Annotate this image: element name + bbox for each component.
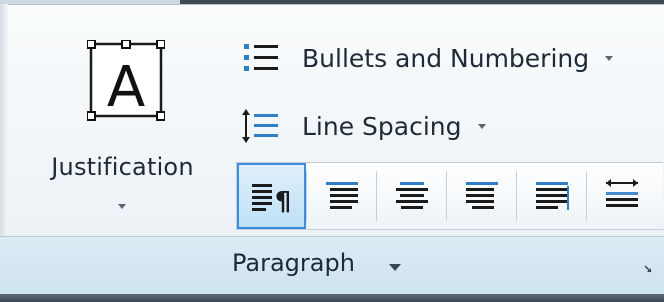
dialog-launcher-icon[interactable] [642,263,654,275]
panel-left-edge [0,4,8,244]
ribbon-bottom-border [0,294,664,302]
align-left-icon [325,182,358,209]
align-center-icon [395,182,428,209]
paragraph-settings-button[interactable]: ¶ [237,163,306,229]
panel-footer: Paragraph [0,236,664,295]
alignment-button-group: ¶ [236,162,663,230]
align-left-button[interactable] [307,163,376,229]
align-right-icon [465,182,498,209]
bullets-numbering-label: Bullets and Numbering [302,43,590,73]
distribute-icon [605,179,638,207]
align-right-button[interactable] [447,163,516,229]
chevron-down-icon [477,124,486,129]
justify-icon [535,182,569,210]
bulleted-list-icon [240,38,280,78]
paragraph-mark-icon: ¶ [251,184,291,216]
paragraph-mark-glyph: ¶ [274,187,291,216]
text-frame-a-icon: A [87,40,165,121]
justification-button[interactable]: A Justification [30,18,215,218]
chevron-down-icon [605,56,614,61]
distribute-button[interactable] [587,163,656,229]
align-center-button[interactable] [377,163,446,229]
bullets-numbering-button[interactable]: Bullets and Numbering [240,36,615,80]
paragraph-panel-label[interactable]: Paragraph [232,249,355,277]
line-spacing-label: Line Spacing [302,111,462,141]
justify-button[interactable] [517,163,586,229]
chevron-down-icon[interactable] [388,261,402,273]
text-frame-a-glyph: A [107,55,145,120]
chevron-down-icon [118,204,126,209]
line-spacing-icon [240,106,280,146]
justification-label: Justification [51,153,194,181]
line-spacing-button[interactable]: Line Spacing [240,104,488,148]
